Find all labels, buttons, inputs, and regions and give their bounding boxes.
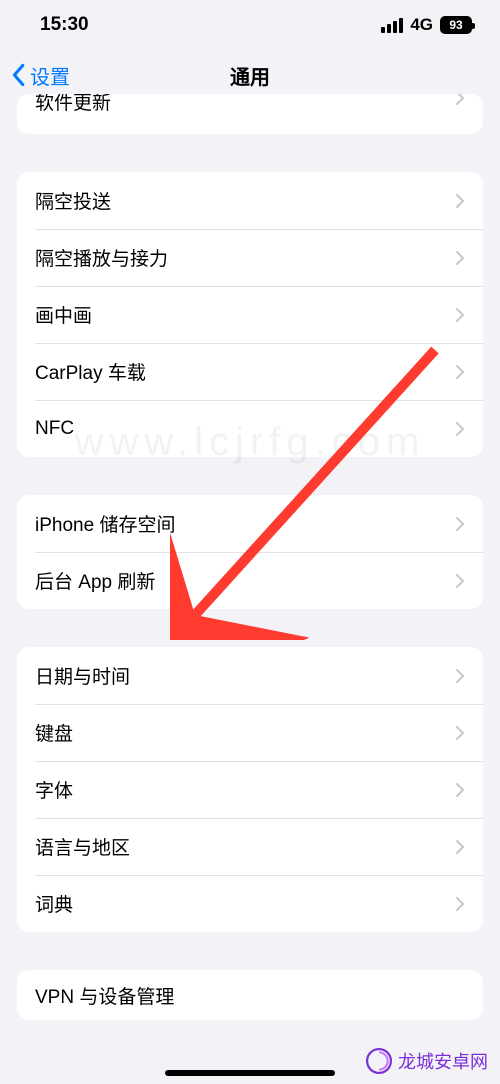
row-label: VPN 与设备管理 [35,982,174,1009]
settings-group-0: 软件更新 [17,94,483,134]
battery-icon: 93 [440,16,472,34]
status-bar: 15:30 4G 93 [0,0,500,50]
row-label: 隔空投送 [35,187,111,214]
chevron-right-icon [455,573,465,589]
back-label: 设置 [30,61,70,90]
row-carplay[interactable]: CarPlay 车载 [17,343,483,400]
row-label: 日期与时间 [35,662,130,689]
chevron-left-icon [10,63,26,87]
chevron-right-icon [455,516,465,532]
row-label: NFC [35,418,74,440]
row-background-app-refresh[interactable]: 后台 App 刷新 [17,552,483,609]
network-label: 4G [410,15,433,35]
signal-icon [381,18,403,33]
row-label: iPhone 储存空间 [35,510,175,537]
row-label: 后台 App 刷新 [35,567,155,594]
row-label: 字体 [35,776,73,803]
chevron-right-icon [455,668,465,684]
row-label: 画中画 [35,301,92,328]
home-indicator[interactable] [165,1070,335,1076]
row-date-time[interactable]: 日期与时间 [17,647,483,704]
chevron-right-icon [455,839,465,855]
back-button[interactable]: 设置 [10,61,70,90]
brand-badge: 龙城安卓网 [366,1048,488,1074]
settings-group-4: VPN 与设备管理 [17,970,483,1020]
brand-icon [366,1048,392,1074]
row-software-update[interactable]: 软件更新 [17,94,483,134]
row-fonts[interactable]: 字体 [17,761,483,818]
row-keyboard[interactable]: 键盘 [17,704,483,761]
chevron-right-icon [455,364,465,380]
row-label: 隔空播放与接力 [35,244,168,271]
settings-group-3: 日期与时间 键盘 字体 语言与地区 词典 [17,647,483,932]
chevron-right-icon [455,193,465,209]
status-right: 4G 93 [381,15,472,35]
row-label: 键盘 [35,719,73,746]
settings-group-1: 隔空投送 隔空播放与接力 画中画 CarPlay 车载 NFC [17,172,483,457]
chevron-right-icon [455,896,465,912]
chevron-right-icon [455,307,465,323]
row-iphone-storage[interactable]: iPhone 储存空间 [17,495,483,552]
settings-group-2: iPhone 储存空间 后台 App 刷新 [17,495,483,609]
row-label: 词典 [35,890,73,917]
row-airdrop[interactable]: 隔空投送 [17,172,483,229]
status-time: 15:30 [40,14,89,36]
chevron-right-icon [455,782,465,798]
row-dictionary[interactable]: 词典 [17,875,483,932]
row-nfc[interactable]: NFC [17,400,483,457]
row-label: CarPlay 车载 [35,358,146,385]
page-title: 通用 [230,61,270,90]
row-vpn-device-management[interactable]: VPN 与设备管理 [17,970,483,1020]
row-pip[interactable]: 画中画 [17,286,483,343]
chevron-right-icon [455,250,465,266]
row-language-region[interactable]: 语言与地区 [17,818,483,875]
chevron-right-icon [455,725,465,741]
nav-bar: 设置 通用 [0,50,500,100]
brand-label: 龙城安卓网 [398,1048,488,1074]
chevron-right-icon [455,94,465,106]
row-airplay-handoff[interactable]: 隔空播放与接力 [17,229,483,286]
row-label: 语言与地区 [35,833,130,860]
row-label: 软件更新 [35,94,111,115]
chevron-right-icon [455,421,465,437]
